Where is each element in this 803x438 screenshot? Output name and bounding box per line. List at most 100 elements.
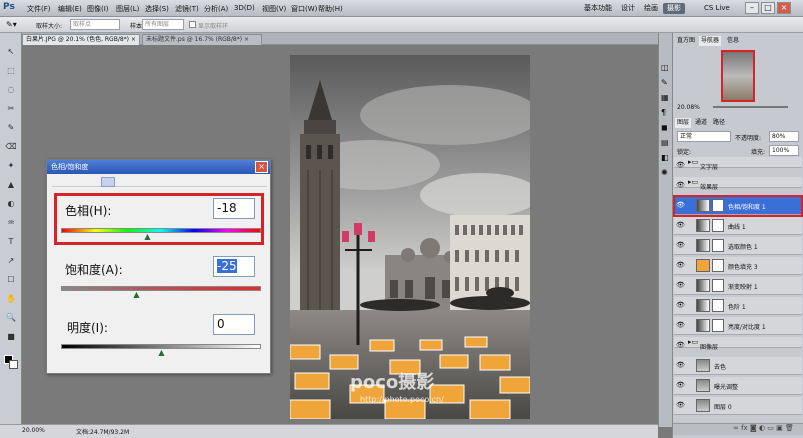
layer-row[interactable]: 👁 去色: [674, 357, 802, 375]
layer-mask-thumbnail[interactable]: [712, 299, 724, 312]
layer-row[interactable]: 👁 选取颜色 1: [674, 237, 802, 255]
panel-shortcut-icon[interactable]: ✺: [661, 168, 668, 177]
visibility-eye-icon[interactable]: 👁: [676, 281, 685, 289]
tool-icon[interactable]: ✎: [5, 123, 17, 133]
layer-row[interactable]: 👁 色阶 1: [674, 297, 802, 315]
document-tab-active[interactable]: 白果片.JPG @ 20.1% (色色, RGB/8*) ×: [22, 34, 140, 45]
tool-icon[interactable]: 🔍: [5, 313, 17, 323]
layer-mask-thumbnail[interactable]: [712, 219, 724, 232]
tool-icon[interactable]: ▲: [5, 180, 17, 190]
trash-icon[interactable]: 🗑: [785, 424, 794, 432]
layer-mask-thumbnail[interactable]: [712, 319, 724, 332]
visibility-eye-icon[interactable]: 👁: [676, 221, 685, 229]
tab-layers[interactable]: 图层: [675, 118, 692, 128]
close-button[interactable]: ×: [777, 2, 791, 14]
folder-icon[interactable]: ▸▭: [688, 338, 698, 346]
hue-value-field[interactable]: -18: [213, 198, 255, 219]
menu-item[interactable]: 分析(A): [204, 4, 228, 14]
folder-icon[interactable]: ▸▭: [688, 178, 698, 186]
mask-icon[interactable]: ◙: [750, 424, 757, 432]
layer-mask-thumbnail[interactable]: [712, 239, 724, 252]
tool-icon[interactable]: ♒: [5, 218, 17, 228]
panel-shortcut-icon[interactable]: ▦: [661, 93, 669, 102]
hue-slider-track[interactable]: [61, 228, 261, 233]
layer-group-row[interactable]: 👁 ▸▭ 图像层: [674, 337, 802, 351]
menu-item[interactable]: 图像(I): [87, 4, 109, 14]
zoom-readout[interactable]: 20.00%: [22, 427, 45, 434]
visibility-eye-icon[interactable]: 👁: [676, 361, 685, 369]
tab-paths[interactable]: 路径: [711, 118, 727, 128]
saturation-slider-thumb[interactable]: ▲: [132, 291, 141, 299]
workspace-button[interactable]: 基本功能: [580, 3, 616, 14]
menu-item[interactable]: 滤镜(T): [175, 4, 199, 14]
tab-histogram[interactable]: 直方图: [675, 36, 697, 46]
layer-row[interactable]: 👁 曲线 1: [674, 217, 802, 235]
document-photo[interactable]: poco摄影 http://photo.poco.cn/: [290, 55, 530, 419]
saturation-value-field[interactable]: -25: [213, 256, 255, 277]
tool-icon[interactable]: ✋: [5, 294, 17, 304]
tool-icon[interactable]: ↖: [5, 47, 17, 57]
visibility-eye-icon[interactable]: 👁: [676, 241, 685, 249]
fx-icon[interactable]: fx: [741, 424, 748, 432]
lightness-slider-thumb[interactable]: ▲: [157, 349, 166, 357]
visibility-eye-icon[interactable]: 👁: [676, 181, 685, 189]
tool-icon[interactable]: ✂: [5, 104, 17, 114]
minimize-button[interactable]: –: [745, 2, 759, 14]
preset-scroll-thumb[interactable]: [101, 177, 115, 187]
visibility-eye-icon[interactable]: 👁: [676, 161, 685, 169]
tool-icon[interactable]: ⬚: [5, 66, 17, 76]
tool-icon[interactable]: ⌫: [5, 142, 17, 152]
visibility-eye-icon[interactable]: 👁: [676, 341, 685, 349]
folder-icon[interactable]: ▸▭: [688, 158, 698, 166]
menu-item[interactable]: 窗口(W): [291, 4, 317, 14]
saturation-slider-track[interactable]: [61, 286, 261, 291]
panel-shortcut-icon[interactable]: ◫: [661, 63, 669, 72]
tool-icon[interactable]: ■: [5, 332, 17, 342]
panel-shortcut-icon[interactable]: ¶: [661, 108, 666, 117]
tool-icon[interactable]: ↗: [5, 256, 17, 266]
tab-info[interactable]: 信息: [725, 36, 741, 46]
menu-item[interactable]: 3D(D): [234, 4, 255, 12]
visibility-eye-icon[interactable]: 👁: [676, 401, 685, 409]
eyedropper-icon[interactable]: ✎▾: [6, 20, 17, 29]
maximize-button[interactable]: □: [761, 2, 775, 14]
navigator-zoom[interactable]: 20.08%: [677, 104, 700, 111]
layer-row[interactable]: 👁 颜色填充 3: [674, 257, 802, 275]
menu-item[interactable]: 文件(F): [27, 4, 51, 14]
menu-item[interactable]: 视图(V): [262, 4, 286, 14]
tool-icon[interactable]: ✦: [5, 161, 17, 171]
menu-item[interactable]: 编辑(E): [58, 4, 82, 14]
workspace-button[interactable]: 绘画: [640, 3, 662, 14]
visibility-eye-icon[interactable]: 👁: [676, 321, 685, 329]
layer-row[interactable]: 👁 图层 0: [674, 397, 802, 415]
sample-size-select[interactable]: 取样点: [70, 19, 120, 30]
workspace-button[interactable]: 设计: [617, 3, 639, 14]
visibility-eye-icon[interactable]: 👁: [676, 261, 685, 269]
sample-layers-select[interactable]: 所有图层: [142, 19, 184, 30]
panel-shortcut-icon[interactable]: ◼: [661, 123, 668, 132]
hue-slider-thumb[interactable]: ▲: [143, 233, 152, 241]
document-tab[interactable]: 未标题文件.ps @ 16.7% (RGB/8*) ×: [142, 34, 262, 45]
workspace-button[interactable]: 摄影: [663, 3, 685, 14]
visibility-eye-icon[interactable]: 👁: [676, 381, 685, 389]
layer-row[interactable]: 👁 渐变映射 1: [674, 277, 802, 295]
blend-mode-select[interactable]: 正常: [677, 131, 731, 142]
tool-icon[interactable]: ☐: [5, 275, 17, 285]
menu-item[interactable]: 图层(L): [116, 4, 139, 14]
panel-shortcut-icon[interactable]: ◧: [661, 153, 669, 162]
panel-shortcut-icon[interactable]: ✎: [661, 78, 668, 87]
menu-item[interactable]: 帮助(H): [318, 4, 343, 14]
cs-live-button[interactable]: CS Live: [700, 3, 734, 14]
tool-icon[interactable]: T: [5, 237, 17, 247]
layer-group-row[interactable]: 👁 ▸▭ 文字层: [674, 157, 802, 171]
tool-icon[interactable]: ◌: [5, 85, 17, 95]
layer-group-row[interactable]: 👁 ▸▭ 效果层: [674, 177, 802, 191]
tab-navigator[interactable]: 导航器: [699, 36, 722, 46]
tool-icon[interactable]: ◐: [5, 199, 17, 209]
link-icon[interactable]: ∞: [733, 424, 739, 432]
background-color-swatch[interactable]: [9, 360, 18, 369]
navigator-thumbnail[interactable]: [721, 50, 755, 102]
new-layer-icon[interactable]: ▣: [776, 424, 783, 432]
dialog-close-button[interactable]: ×: [255, 161, 268, 173]
visibility-eye-icon[interactable]: 👁: [676, 301, 685, 309]
